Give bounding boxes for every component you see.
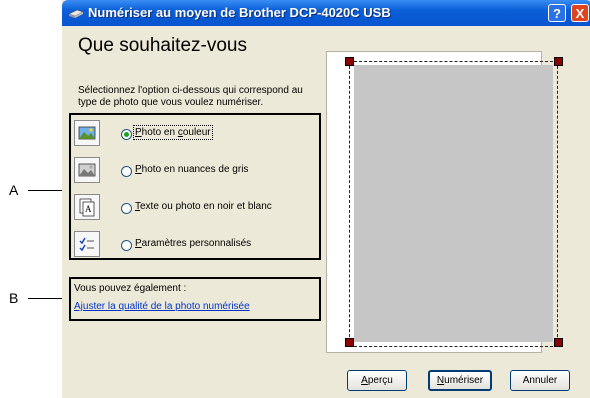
text-document-icon[interactable]: A xyxy=(74,194,100,220)
scan-preview[interactable] xyxy=(326,51,563,353)
callout-b-label: B xyxy=(9,290,19,306)
text-bw-label[interactable]: Texte ou photo en noir et blanc xyxy=(135,201,272,212)
svg-text:A: A xyxy=(85,204,92,214)
cancel-button[interactable]: Annuler xyxy=(510,370,570,391)
custom-settings-label[interactable]: Paramètres personnalisés xyxy=(135,238,251,249)
additional-options-title: Vous pouvez également : xyxy=(74,283,187,294)
option-text-bw[interactable]: A Texte ou photo en noir et blanc xyxy=(74,194,314,222)
option-custom-settings[interactable]: Paramètres personnalisés xyxy=(74,231,314,259)
scan-dialog: Numériser au moyen de Brother DCP-4020C … xyxy=(62,0,590,398)
scan-area-selection[interactable] xyxy=(349,61,558,347)
crop-handle-top-left[interactable] xyxy=(345,57,354,66)
grayscale-photo-icon[interactable] xyxy=(74,157,100,183)
option-color-photo[interactable]: Photo en couleur xyxy=(74,120,314,148)
color-photo-radio[interactable] xyxy=(121,129,132,140)
crop-handle-bottom-left[interactable] xyxy=(345,338,354,347)
callout-a-label: A xyxy=(9,182,19,198)
custom-settings-icon[interactable] xyxy=(74,231,100,257)
additional-options: Vous pouvez également : Ajuster la quali… xyxy=(69,277,321,321)
help-button[interactable]: ? xyxy=(548,4,566,22)
close-button[interactable]: X xyxy=(571,4,589,22)
window-title: Numériser au moyen de Brother DCP-4020C … xyxy=(88,5,391,20)
grayscale-photo-label[interactable]: Photo en nuances de gris xyxy=(135,164,248,175)
scan-type-options: Photo en couleur Photo en nuances de gri… xyxy=(69,113,321,260)
custom-settings-radio[interactable] xyxy=(121,240,132,251)
grayscale-photo-radio[interactable] xyxy=(121,166,132,177)
instructions-text: Sélectionnez l'option ci-dessous qui cor… xyxy=(78,85,303,108)
crop-handle-top-right[interactable] xyxy=(554,57,563,66)
text-bw-radio[interactable] xyxy=(121,203,132,214)
color-photo-label[interactable]: Photo en couleur xyxy=(133,125,213,140)
color-photo-icon[interactable] xyxy=(74,120,100,146)
option-grayscale-photo[interactable]: Photo en nuances de gris xyxy=(74,157,314,185)
adjust-quality-link[interactable]: Ajuster la qualité de la photo numérisée xyxy=(74,301,250,312)
page-title: Que souhaitez-vous xyxy=(78,35,247,56)
scanner-icon xyxy=(68,9,84,18)
title-bar[interactable]: Numériser au moyen de Brother DCP-4020C … xyxy=(62,0,590,26)
scan-button[interactable]: Numériser xyxy=(428,370,492,391)
crop-handle-bottom-right[interactable] xyxy=(554,338,563,347)
preview-button[interactable]: Aperçu xyxy=(347,370,407,391)
